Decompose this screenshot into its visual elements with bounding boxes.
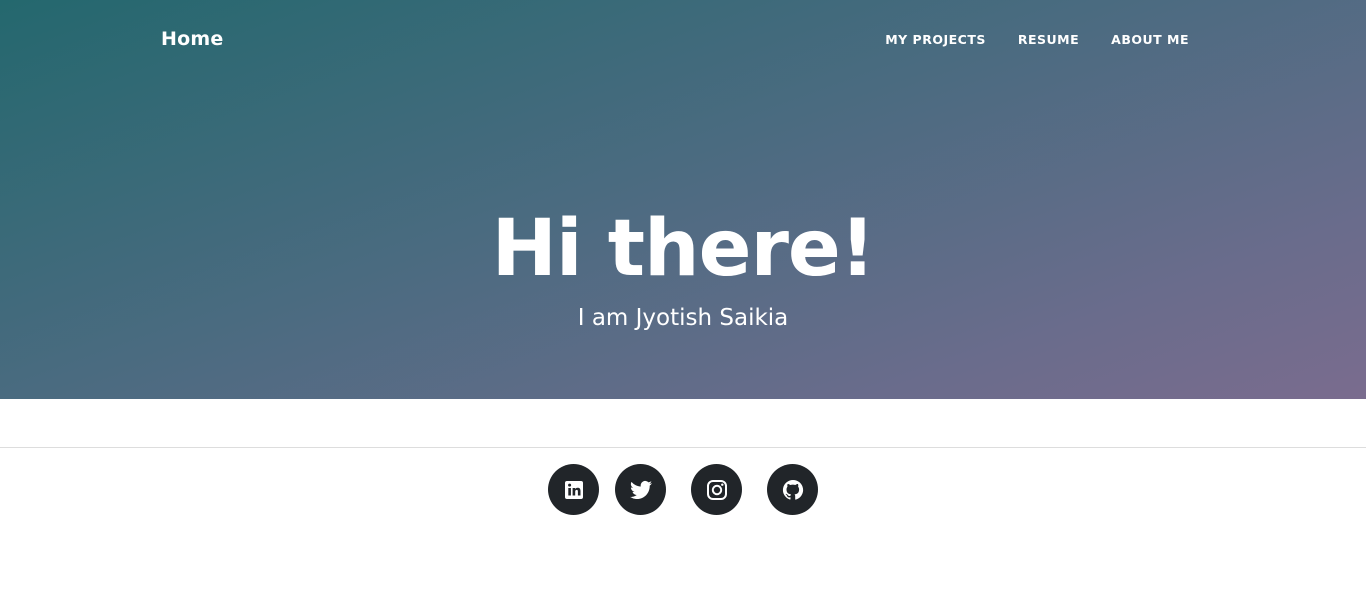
hero-subheading: I am Jyotish Saikia [577,305,789,331]
instagram-icon [705,478,729,502]
hero-header: Home MY PROJECTS RESUME ABOUT ME Hi ther… [0,0,1366,399]
nav-link-about-me[interactable]: ABOUT ME [1111,32,1189,47]
home-link[interactable]: Home [161,28,223,50]
twitter-icon [629,478,653,502]
main-nav: MY PROJECTS RESUME ABOUT ME [885,32,1189,47]
instagram-button[interactable] [691,464,742,515]
nav-link-my-projects[interactable]: MY PROJECTS [885,32,986,47]
github-button[interactable] [767,464,818,515]
nav-link-resume[interactable]: RESUME [1018,32,1079,47]
linkedin-button[interactable] [548,464,599,515]
hero-heading: Hi there! [491,204,876,294]
twitter-button[interactable] [615,464,666,515]
social-links [0,464,1366,515]
linkedin-icon [562,478,586,502]
footer-divider [0,447,1366,448]
github-icon [781,478,805,502]
